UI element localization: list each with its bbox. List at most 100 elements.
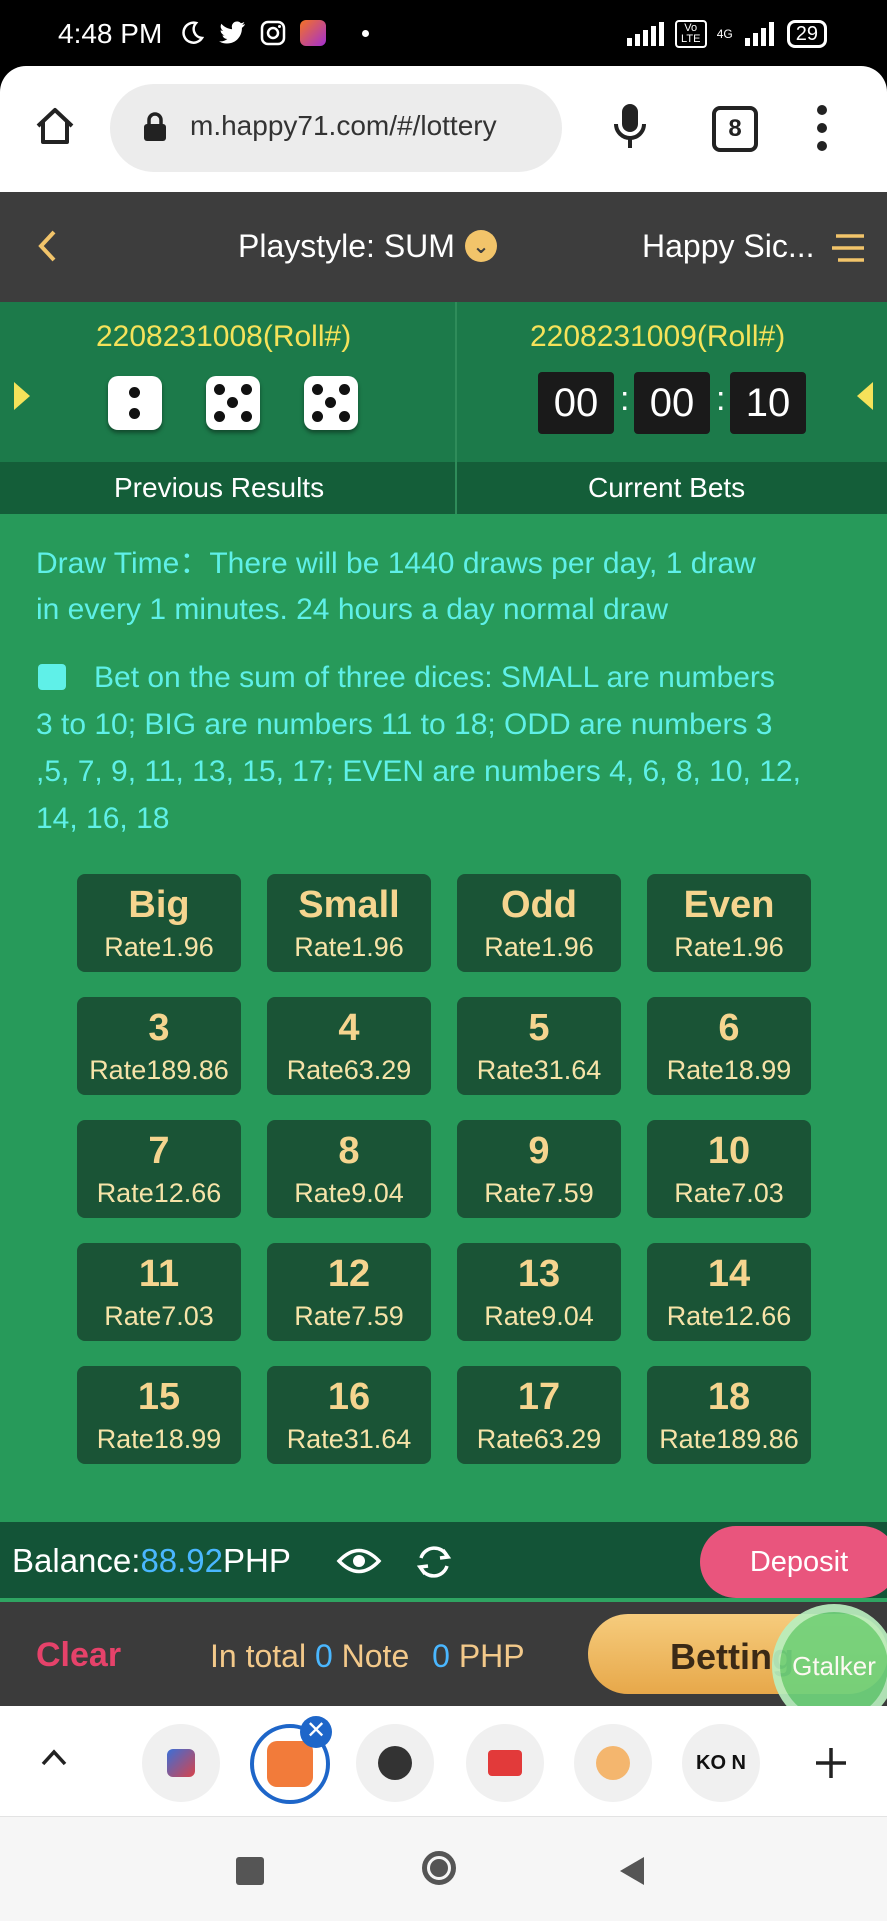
bet-option-3[interactable]: 3 Rate189.86 <box>77 997 241 1095</box>
tab-current-bets[interactable]: Current Bets <box>588 472 745 504</box>
bet-option-label: 16 <box>327 1376 371 1418</box>
bet-option-6[interactable]: 6 Rate18.99 <box>647 997 811 1095</box>
eye-icon[interactable] <box>336 1544 382 1578</box>
bet-option-13[interactable]: 13 Rate9.04 <box>457 1243 621 1341</box>
bet-option-rate: Rate18.99 <box>666 1055 792 1085</box>
bet-option-5[interactable]: 5 Rate31.64 <box>457 997 621 1095</box>
bet-option-rate: Rate7.03 <box>104 1301 214 1331</box>
bet-panel: Draw Time：There will be 1440 draws per d… <box>0 514 887 1522</box>
dot-icon <box>362 29 369 37</box>
bet-option-label: 12 <box>327 1253 371 1295</box>
rule-line-2: 3 to 10; BIG are numbers 11 to 18; ODD a… <box>36 708 773 741</box>
bet-option-rate: Rate18.99 <box>96 1424 222 1454</box>
browser-toolbar: m.happy71.com/#/lottery 8 <box>0 66 887 192</box>
more-vert-icon[interactable] <box>816 104 828 152</box>
back-nav-icon[interactable] <box>618 1855 646 1887</box>
bet-option-9[interactable]: 9 Rate7.59 <box>457 1120 621 1218</box>
dice-face-5 <box>304 376 358 430</box>
bet-option-label: 11 <box>138 1253 180 1295</box>
bet-option-rate: Rate63.29 <box>286 1055 412 1085</box>
bet-option-label: 8 <box>338 1130 360 1172</box>
bet-option-15[interactable]: 15 Rate18.99 <box>77 1366 241 1464</box>
bet-option-4[interactable]: 4 Rate63.29 <box>267 997 431 1095</box>
bet-option-label: 10 <box>707 1130 751 1172</box>
bet-option-7[interactable]: 7 Rate12.66 <box>77 1120 241 1218</box>
back-icon[interactable] <box>36 228 58 264</box>
countdown-separator: : <box>620 380 630 418</box>
countdown-minutes: 00 <box>634 372 710 434</box>
rule-line-3: ,5, 7, 9, 11, 13, 15, 17; EVEN are numbe… <box>36 755 801 788</box>
bet-option-rate: Rate9.04 <box>484 1301 594 1331</box>
bet-option-label: 17 <box>517 1376 561 1418</box>
bet-option-rate: Rate7.59 <box>484 1178 594 1208</box>
clear-button[interactable]: Clear <box>36 1636 121 1675</box>
video-app-icon[interactable] <box>466 1724 544 1802</box>
bet-option-label: 7 <box>148 1130 170 1172</box>
note-count: 0 <box>314 1638 333 1674</box>
tab-switcher-button[interactable]: 8 <box>712 106 758 152</box>
bet-option-8[interactable]: 8 Rate9.04 <box>267 1120 431 1218</box>
rules-icon <box>38 664 66 690</box>
chevron-down-icon[interactable]: ⌄ <box>465 230 497 262</box>
bet-option-rate: Rate12.66 <box>96 1178 222 1208</box>
draw-time-line-2: in every 1 minutes. 24 hours a day norma… <box>36 593 668 626</box>
bet-option-label: Even <box>683 884 775 926</box>
home-icon[interactable] <box>34 106 76 146</box>
bet-option-label: 15 <box>137 1376 181 1418</box>
bet-summary: In total 0 Note 0 PHP <box>210 1638 525 1675</box>
recents-icon[interactable] <box>236 1857 264 1885</box>
anime-app-icon[interactable] <box>356 1724 434 1802</box>
bet-option-even[interactable]: Even Rate1.96 <box>647 874 811 972</box>
countdown-hours: 00 <box>538 372 614 434</box>
chevron-up-icon[interactable] <box>40 1748 68 1766</box>
koin-app-icon[interactable]: KO N <box>682 1724 760 1802</box>
bet-option-rate: Rate189.86 <box>659 1424 799 1454</box>
countdown-seconds: 10 <box>730 372 806 434</box>
bet-option-big[interactable]: Big Rate1.96 <box>77 874 241 972</box>
bet-option-11[interactable]: 11 Rate7.03 <box>77 1243 241 1341</box>
bet-option-rate: Rate1.96 <box>294 932 404 962</box>
bet-option-16[interactable]: 16 Rate31.64 <box>267 1366 431 1464</box>
bet-option-rate: Rate12.66 <box>666 1301 792 1331</box>
bet-option-small[interactable]: Small Rate1.96 <box>267 874 431 972</box>
bet-option-label: 18 <box>707 1376 751 1418</box>
previous-roll-number: 2208231008(Roll#) <box>96 320 352 353</box>
bet-option-label: 6 <box>718 1007 740 1049</box>
refresh-icon[interactable] <box>414 1542 454 1582</box>
draw-time-line-1: Draw Time：There will be 1440 draws per d… <box>36 547 756 580</box>
bet-option-rate: Rate1.96 <box>674 932 784 962</box>
playstyle-label[interactable]: Playstyle: SUM <box>238 228 455 265</box>
tab-previous-results[interactable]: Previous Results <box>114 472 324 504</box>
bet-option-rate: Rate1.96 <box>484 932 594 962</box>
microphone-icon[interactable] <box>612 102 648 152</box>
bet-option-rate: Rate7.59 <box>294 1301 404 1331</box>
close-icon[interactable]: ✕ <box>300 1716 332 1748</box>
note-label: Note <box>341 1638 410 1674</box>
result-tabs: Previous Results Current Bets <box>0 462 887 514</box>
plus-icon[interactable] <box>814 1746 848 1780</box>
home-nav-icon[interactable] <box>422 1851 456 1885</box>
bet-option-odd[interactable]: Odd Rate1.96 <box>457 874 621 972</box>
shield-app-icon[interactable] <box>142 1724 220 1802</box>
lock-icon <box>144 112 166 141</box>
deposit-button[interactable]: Deposit <box>700 1526 887 1598</box>
bet-option-rate: Rate189.86 <box>89 1055 229 1085</box>
balance-bar: Balance:88.92PHP Deposit <box>0 1522 887 1602</box>
dice-face-5 <box>206 376 260 430</box>
bet-option-14[interactable]: 14 Rate12.66 <box>647 1243 811 1341</box>
bet-option-17[interactable]: 17 Rate63.29 <box>457 1366 621 1464</box>
countdown-separator: : <box>716 380 726 418</box>
avatar-app-icon[interactable] <box>574 1724 652 1802</box>
menu-icon[interactable] <box>830 232 866 264</box>
dice-face-2 <box>108 376 162 430</box>
triangle-right-icon[interactable] <box>12 380 32 412</box>
bet-option-18[interactable]: 18 Rate189.86 <box>647 1366 811 1464</box>
balance-label: Balance: <box>12 1542 141 1579</box>
triangle-left-icon[interactable] <box>855 380 875 412</box>
lazada-icon <box>300 20 326 46</box>
roll-bar: 2208231008(Roll#) 2208231009(Roll#) 00 :… <box>0 302 887 462</box>
bet-option-12[interactable]: 12 Rate7.59 <box>267 1243 431 1341</box>
status-right-icons: Vo LTE 4G 29 <box>625 20 827 48</box>
bet-option-10[interactable]: 10 Rate7.03 <box>647 1120 811 1218</box>
bet-option-label: Small <box>298 884 400 926</box>
